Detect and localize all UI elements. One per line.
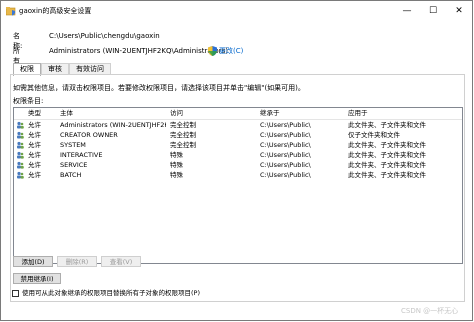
row-inherited-from: C:\Users\Public\ [260,151,311,159]
minimize-button[interactable]: — [394,1,420,21]
row-access: 特殊 [170,161,183,169]
row-principal: BATCH [60,171,82,179]
add-button[interactable]: 添加(D) [13,256,53,267]
row-access: 特殊 [170,171,183,179]
uac-shield-icon [208,46,217,56]
close-button[interactable]: ✕ [446,1,472,21]
column-access[interactable]: 访问 [170,109,183,118]
row-principal: SERVICE [60,161,88,169]
watermark-text: CSDN @一杯无心 [401,307,459,315]
row-applies-to: 此文件夹、子文件夹和文件 [348,161,426,169]
column-principal[interactable]: 主体 [60,109,73,118]
window-title: gaoxin的高级安全设置 [19,7,92,15]
column-applies-to[interactable]: 应用于 [348,109,368,118]
change-owner-link[interactable]: 更改(C) [219,46,243,56]
instruction-text: 如需其他信息，请双击权限项目。若要修改权限项目，请选择该项目并单击"编辑"(如果… [13,84,305,92]
security-settings-window: gaoxin的高级安全设置 — ☐ ✕ 名称: C:\Users\Public\… [0,0,473,321]
title-bar: gaoxin的高级安全设置 — ☐ ✕ [1,1,472,21]
row-type: 允许 [28,151,41,159]
row-type: 允许 [28,131,41,139]
replace-child-permissions-checkbox[interactable] [12,290,19,297]
user-group-icon [17,161,24,169]
column-inherited-from[interactable]: 继承于 [260,109,280,118]
tab-effective-access-label: 有效访问 [76,65,104,73]
row-type: 允许 [28,171,41,179]
replace-child-permissions-label[interactable]: 使用可从此对象继承的权限项目替换所有子对象的权限项目(P) [22,289,200,298]
row-access: 完全控制 [170,121,196,129]
row-inherited-from: C:\Users\Public\ [260,121,311,129]
table-row[interactable]: 允许 Administrators (WIN-2UENTJHF2K... 完全控… [14,120,462,130]
user-group-icon [17,141,24,149]
user-group-icon [17,121,24,129]
table-header: 类型 主体 访问 继承于 应用于 [14,108,462,120]
row-applies-to: 此文件夹、子文件夹和文件 [348,121,426,129]
row-principal: CREATOR OWNER [60,131,118,139]
user-group-icon [17,171,24,179]
row-inherited-from: C:\Users\Public\ [260,171,311,179]
disable-inheritance-button[interactable]: 禁用继承(I) [13,273,61,284]
owner-value: Administrators (WIN-2UENTJHF2KQ\Administ… [49,47,228,55]
permission-entries-table[interactable]: 类型 主体 访问 继承于 应用于 允许 Administrators (WIN-… [13,107,463,264]
row-type: 允许 [28,121,41,129]
row-type: 允许 [28,141,41,149]
tab-permissions-label: 权限 [20,65,34,73]
user-group-icon [17,131,24,139]
folder-shield-icon [6,7,16,16]
row-applies-to: 此文件夹、子文件夹和文件 [348,171,426,179]
row-inherited-from: C:\Users\Public\ [260,161,311,169]
view-button[interactable]: 查看(V) [101,256,141,267]
row-access: 特殊 [170,151,183,159]
column-type[interactable]: 类型 [28,109,41,118]
table-row[interactable]: 允许 BATCH 特殊 C:\Users\Public\ 此文件夹、子文件夹和文… [14,170,462,180]
permission-entries-label: 权限条目: [13,97,44,105]
row-applies-to: 此文件夹、子文件夹和文件 [348,141,426,149]
table-row[interactable]: 允许 SYSTEM 完全控制 C:\Users\Public\ 此文件夹、子文件… [14,140,462,150]
table-row[interactable]: 允许 SERVICE 特殊 C:\Users\Public\ 此文件夹、子文件夹… [14,160,462,170]
row-access: 完全控制 [170,141,196,149]
row-type: 允许 [28,161,41,169]
table-row[interactable]: 允许 CREATOR OWNER 完全控制 C:\Users\Public\ 仅… [14,130,462,140]
row-principal: SYSTEM [60,141,86,149]
row-applies-to: 此文件夹、子文件夹和文件 [348,151,426,159]
name-value: C:\Users\Public\chengdu\gaoxin [49,32,160,40]
user-group-icon [17,151,24,159]
table-row[interactable]: 允许 INTERACTIVE 特殊 C:\Users\Public\ 此文件夹、… [14,150,462,160]
row-principal: Administrators (WIN-2UENTJHF2K... [60,121,166,129]
row-inherited-from: C:\Users\Public\ [260,131,311,139]
remove-button[interactable]: 删除(R) [57,256,97,267]
maximize-button[interactable]: ☐ [420,1,446,21]
row-applies-to: 仅子文件夹和文件 [348,131,400,139]
row-inherited-from: C:\Users\Public\ [260,141,311,149]
row-principal: INTERACTIVE [60,151,103,159]
row-access: 完全控制 [170,131,196,139]
tab-auditing-label: 审核 [48,65,62,73]
